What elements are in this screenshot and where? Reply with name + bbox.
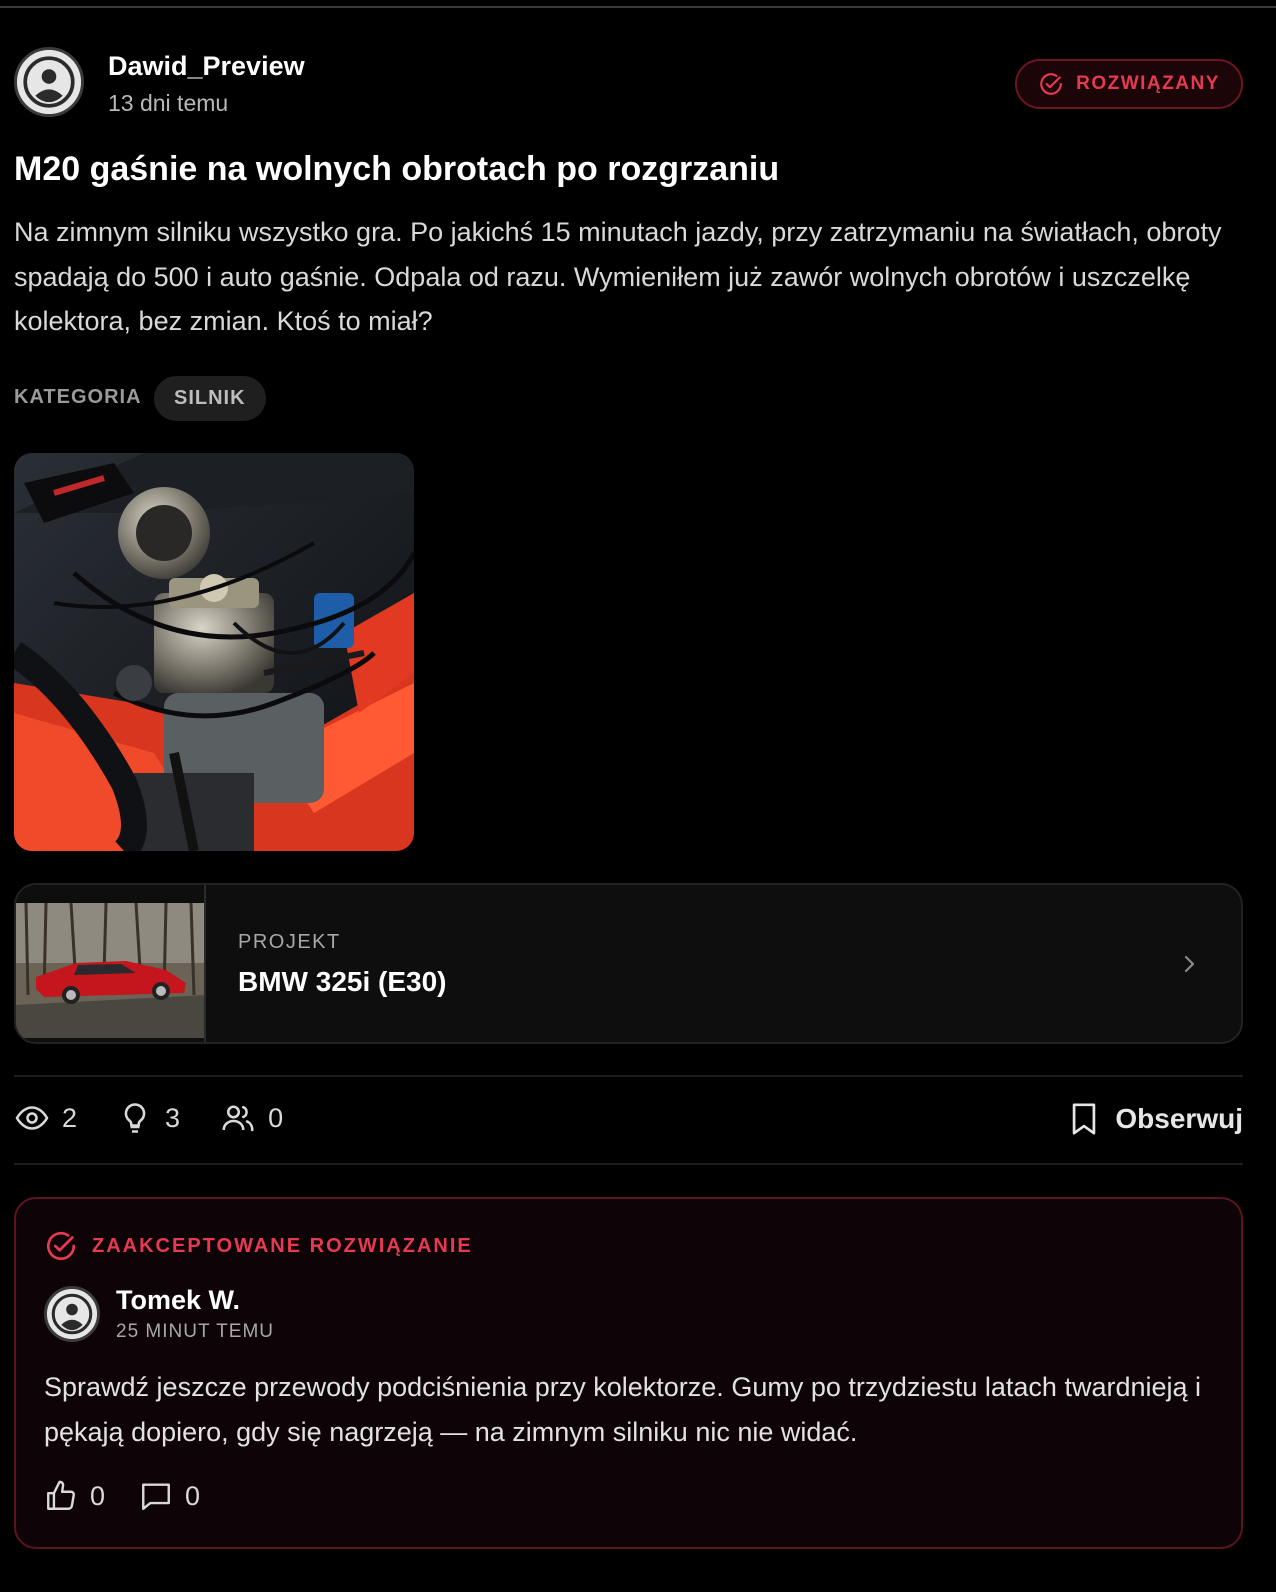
user-avatar-icon xyxy=(47,1289,97,1339)
users-icon xyxy=(222,1105,254,1132)
post-image-engine[interactable] xyxy=(14,453,414,851)
ideas-stat: 3 xyxy=(117,1100,180,1136)
status-badge: ROZWIĄZANY xyxy=(1015,59,1243,109)
lightbulb-icon xyxy=(124,1103,146,1133)
project-thumbnail xyxy=(16,885,206,1042)
like-count: 0 xyxy=(90,1480,106,1511)
thumbs-up-icon xyxy=(47,1480,75,1510)
participants-count: 0 xyxy=(268,1102,284,1133)
answer-timestamp: 25 MINUT TEMU xyxy=(116,1321,274,1342)
post-timestamp: 13 dni temu xyxy=(108,90,229,116)
views-count: 2 xyxy=(62,1102,78,1133)
project-card[interactable]: PROJEKT BMW 325i (E30) xyxy=(14,883,1243,1044)
follow-label: Obserwuj xyxy=(1115,1103,1243,1134)
project-name: BMW 325i (E30) xyxy=(238,966,447,997)
author-name[interactable]: Dawid_Preview xyxy=(108,51,305,82)
answer-author-name[interactable]: Tomek W. xyxy=(116,1285,240,1316)
accepted-answer-label: ZAAKCEPTOWANE ROZWIĄZANIE xyxy=(92,1234,473,1257)
answer-actions: 0 0 xyxy=(44,1479,234,1513)
comment-button[interactable]: 0 xyxy=(139,1479,200,1513)
post-author: Dawid_Preview 13 dni temu xyxy=(14,47,305,117)
check-circle-icon xyxy=(46,1231,76,1261)
accepted-answer-header: ZAAKCEPTOWANE ROZWIĄZANIE xyxy=(44,1229,473,1263)
engine-photo xyxy=(14,453,414,851)
comment-count: 0 xyxy=(185,1480,201,1511)
page-title: M20 gaśnie na wolnych obrotach po rozgrz… xyxy=(14,150,780,188)
accepted-answer-card: ZAAKCEPTOWANE ROZWIĄZANIE Tomek W. 25 MI… xyxy=(14,1197,1243,1549)
avatar[interactable] xyxy=(14,47,84,117)
post-stats: 2 3 0 xyxy=(14,1100,323,1136)
bookmark-icon xyxy=(1073,1103,1096,1135)
eye-icon xyxy=(15,1106,49,1130)
status-badge-label: ROZWIĄZANY xyxy=(1076,73,1220,94)
ideas-count: 3 xyxy=(165,1102,181,1133)
user-avatar-icon xyxy=(17,50,81,114)
car-photo xyxy=(16,885,204,1042)
comment-icon xyxy=(142,1483,170,1510)
category-chip[interactable]: SILNIK xyxy=(154,376,266,421)
participants-stat: 0 xyxy=(220,1100,283,1136)
avatar[interactable] xyxy=(44,1286,100,1342)
top-divider xyxy=(0,6,1276,8)
divider xyxy=(14,1075,1243,1077)
post-body: Na zimnym silniku wszystko gra. Po jakic… xyxy=(14,217,1222,336)
answer-body: Sprawdź jeszcze przewody podciśnienia pr… xyxy=(44,1372,1202,1447)
divider xyxy=(14,1163,1243,1165)
category-label: KATEGORIA xyxy=(14,386,142,408)
views-stat: 2 xyxy=(14,1100,77,1136)
like-button[interactable]: 0 xyxy=(44,1479,105,1513)
project-kicker: PROJEKT xyxy=(238,931,341,953)
chevron-right-icon xyxy=(1184,955,1195,973)
check-circle-icon xyxy=(1040,73,1062,95)
follow-button[interactable]: Obserwuj xyxy=(1067,1100,1243,1138)
